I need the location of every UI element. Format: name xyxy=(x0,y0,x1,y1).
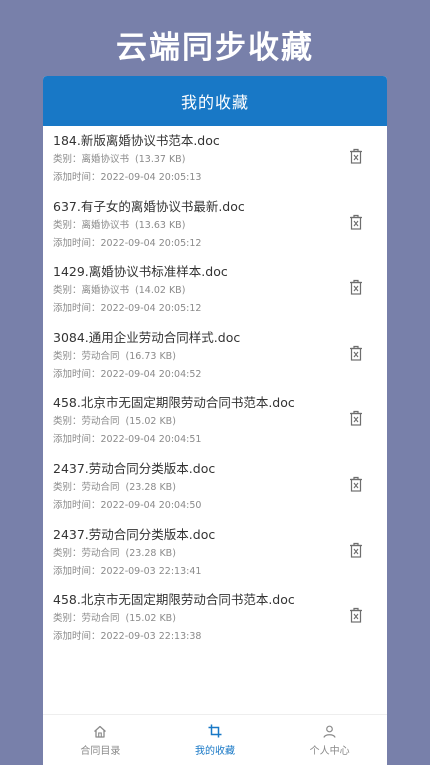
delete-icon[interactable] xyxy=(349,345,363,361)
item-title[interactable]: 637.有子女的离婚协议书最新.doc xyxy=(53,198,347,215)
item-category: 类别：劳动合同 (15.02 KB) xyxy=(53,416,176,428)
item-category: 类别：离婚协议书 (13.63 KB) xyxy=(53,219,186,231)
list-item[interactable]: 637.有子女的离婚协议书最新.doc 类别：离婚协议书 (13.63 KB) 添… xyxy=(43,192,387,258)
list-item[interactable]: 1429.离婚协议书标准样本.doc 类别：离婚协议书 (14.02 KB) 添加… xyxy=(43,257,387,323)
crop-icon xyxy=(208,723,222,739)
item-added-time: 添加时间：2022-09-03 22:13:38 xyxy=(53,631,202,643)
item-added-time: 添加时间：2022-09-04 20:04:52 xyxy=(53,368,202,380)
user-icon xyxy=(323,723,336,739)
favorites-list: 184.新版离婚协议书范本.doc 类别：离婚协议书 (13.37 KB) 添加时… xyxy=(43,126,387,651)
item-category: 类别：劳动合同 (23.28 KB) xyxy=(53,481,176,493)
item-category: 类别：劳动合同 (16.73 KB) xyxy=(53,350,176,362)
item-title[interactable]: 458.北京市无固定期限劳动合同书范本.doc xyxy=(53,591,347,608)
item-title[interactable]: 2437.劳动合同分类版本.doc xyxy=(53,526,347,543)
page-header: 我的收藏 xyxy=(43,76,387,126)
delete-icon[interactable] xyxy=(349,476,363,492)
item-title[interactable]: 1429.离婚协议书标准样本.doc xyxy=(53,263,347,280)
item-added-time: 添加时间：2022-09-04 20:04:51 xyxy=(53,434,202,446)
tab-label: 个人中心 xyxy=(309,746,350,757)
item-category: 类别：离婚协议书 (13.37 KB) xyxy=(53,154,186,165)
list-item[interactable]: 2437.劳动合同分类版本.doc 类别：劳动合同 (23.28 KB) 添加时间… xyxy=(43,454,387,520)
list-item[interactable]: 2437.劳动合同分类版本.doc 类别：劳动合同 (23.28 KB) 添加时间… xyxy=(43,520,387,586)
tab-my-favorites[interactable]: 我的收藏 xyxy=(158,715,273,765)
page-title: 我的收藏 xyxy=(180,93,249,112)
delete-icon[interactable] xyxy=(349,279,363,295)
tab-bar: 合同目录 我的收藏 个人中心 xyxy=(43,714,387,765)
item-title[interactable]: 184.新版离婚协议书范本.doc xyxy=(53,132,347,149)
list-item[interactable]: 184.新版离婚协议书范本.doc 类别：离婚协议书 (13.37 KB) 添加时… xyxy=(43,126,387,192)
item-added-time: 添加时间：2022-09-04 20:05:12 xyxy=(53,237,202,249)
tab-label: 我的收藏 xyxy=(195,746,235,757)
item-category: 类别：离婚协议书 (14.02 KB) xyxy=(53,285,186,297)
tab-personal-center[interactable]: 个人中心 xyxy=(272,715,387,765)
list-item[interactable]: 458.北京市无固定期限劳动合同书范本.doc 类别：劳动合同 (15.02 KB… xyxy=(43,388,387,454)
delete-icon[interactable] xyxy=(349,410,363,426)
home-icon xyxy=(93,723,107,739)
delete-icon[interactable] xyxy=(349,214,363,230)
list-item[interactable]: 3084.通用企业劳动合同样式.doc 类别：劳动合同 (16.73 KB) 添加… xyxy=(43,323,387,389)
item-added-time: 添加时间：2022-09-03 22:13:41 xyxy=(53,565,202,577)
tab-contract-catalog[interactable]: 合同目录 xyxy=(43,715,158,765)
item-added-time: 添加时间：2022-09-04 20:04:50 xyxy=(53,499,202,511)
app-screen: 我的收藏 184.新版离婚协议书范本.doc 类别：离婚协议书 (13.37 KB… xyxy=(43,76,387,765)
item-category: 类别：劳动合同 (15.02 KB) xyxy=(53,613,176,625)
item-title[interactable]: 3084.通用企业劳动合同样式.doc xyxy=(53,329,347,346)
item-added-time: 添加时间：2022-09-04 20:05:12 xyxy=(53,303,202,315)
item-added-time: 添加时间：2022-09-04 20:05:13 xyxy=(53,172,202,183)
tab-label: 合同目录 xyxy=(80,746,121,757)
item-category: 类别：劳动合同 (23.28 KB) xyxy=(53,547,176,559)
item-title[interactable]: 2437.劳动合同分类版本.doc xyxy=(53,460,347,477)
banner-title: 云端同步收藏 xyxy=(116,30,314,66)
delete-icon[interactable] xyxy=(349,148,363,164)
item-title[interactable]: 458.北京市无固定期限劳动合同书范本.doc xyxy=(53,394,347,411)
list-item[interactable]: 458.北京市无固定期限劳动合同书范本.doc 类别：劳动合同 (15.02 KB… xyxy=(43,585,387,651)
delete-icon[interactable] xyxy=(349,607,363,623)
delete-icon[interactable] xyxy=(349,542,363,558)
